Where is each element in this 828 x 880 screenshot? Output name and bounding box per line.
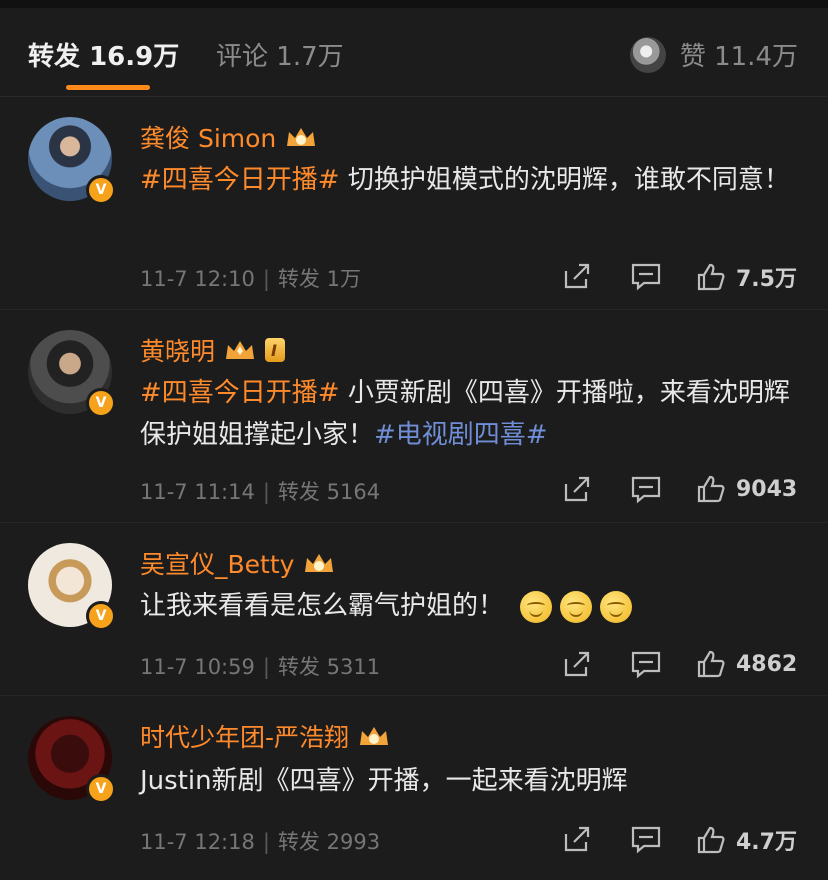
tab-reposts-count: 16.9万 [89, 42, 180, 72]
tab-reposts-label: 转发 [28, 42, 81, 72]
tab-likes-label: 赞 [679, 42, 706, 72]
share-icon[interactable] [562, 824, 592, 854]
hashtag-link[interactable]: #四喜今日开播# [140, 165, 340, 195]
user-name-text: 时代少年团-严浩翔 [140, 723, 350, 752]
like-count: 7.5万 [736, 267, 797, 292]
smile-emoji-icon [560, 590, 593, 623]
share-icon[interactable] [562, 474, 592, 504]
like-count: 9043 [736, 476, 798, 502]
hashtag-link[interactable]: #四喜今日开播# [140, 378, 340, 408]
post-body: 让我来看看是怎么霸气护姐的！ [140, 591, 505, 621]
post-text: 让我来看看是怎么霸气护姐的！ [140, 585, 810, 627]
thumbs-up-icon [697, 475, 725, 503]
post-actions: 9043 [0, 474, 828, 504]
repost-item: V 龚俊 Simon #四喜今日开播# 切换护姐模式的沈明辉，谁敢不同意！ 11… [0, 97, 828, 310]
crown-icon [360, 727, 389, 745]
post-actions: 4862 [0, 649, 828, 679]
status-strip [0, 0, 828, 8]
user-name[interactable]: 吴宣仪_Betty [140, 545, 336, 581]
like-button[interactable]: 4.7万 [696, 824, 797, 856]
tab-comments[interactable]: 评论 1.7万 [216, 36, 344, 73]
like-count: 4862 [736, 651, 798, 677]
tab-comments-label: 评论 [216, 42, 269, 72]
tab-likes[interactable]: 赞 11.4万 [629, 36, 798, 73]
crown-icon [226, 341, 255, 359]
comment-icon[interactable] [630, 474, 662, 504]
post-text: #四喜今日开播# 切换护姐模式的沈明辉，谁敢不同意！ [140, 159, 810, 201]
crown-icon [305, 554, 334, 572]
user-name-text: 龚俊 Simon [140, 124, 277, 153]
smile-emoji-icon [600, 590, 633, 623]
active-tab-indicator [66, 85, 150, 90]
tab-reposts[interactable]: 转发 16.9万 [28, 36, 179, 73]
user-name[interactable]: 时代少年团-严浩翔 [140, 718, 391, 754]
like-button[interactable]: 7.5万 [696, 261, 797, 293]
comment-icon[interactable] [630, 824, 662, 854]
thumbs-up-icon [697, 650, 725, 678]
like-count: 4.7万 [736, 830, 797, 855]
repost-item: V 吴宣仪_Betty 让我来看看是怎么霸气护姐的！ 11-7 10:59 | 转发… [0, 523, 828, 696]
tab-likes-count: 11.4万 [714, 42, 798, 72]
verified-badge-icon: V [86, 388, 116, 418]
post-actions: 4.7万 [0, 824, 828, 856]
like-button[interactable]: 4862 [696, 649, 797, 679]
user-name[interactable]: 龚俊 Simon [140, 119, 318, 155]
thumbs-up-icon [697, 263, 725, 291]
verified-badge-icon: V [86, 601, 116, 631]
tab-bar: 转发 16.9万 评论 1.7万 赞 11.4万 [0, 8, 828, 97]
verified-badge-icon: V [86, 774, 116, 804]
member-level-badge: I [265, 338, 285, 362]
repost-item: V 黄晓明 I #四喜今日开播# 小贾新剧《四喜》开播啦，来看沈明辉保护姐姐撑起… [0, 310, 828, 523]
tab-comments-count: 1.7万 [276, 42, 344, 72]
post-body: Justin新剧《四喜》开播，一起来看沈明辉 [140, 766, 628, 796]
user-name-text: 吴宣仪_Betty [140, 550, 295, 579]
liker-avatar [629, 36, 666, 73]
post-text: Justin新剧《四喜》开播，一起来看沈明辉 [140, 760, 810, 802]
smile-emoji-icon [520, 590, 553, 623]
user-name-text: 黄晓明 [140, 337, 216, 366]
verified-badge-icon: V [86, 175, 116, 205]
crown-icon [287, 128, 316, 146]
repost-item: V 时代少年团-严浩翔 Justin新剧《四喜》开播，一起来看沈明辉 11-7 … [0, 696, 828, 880]
comment-icon[interactable] [630, 649, 662, 679]
post-text: #四喜今日开播# 小贾新剧《四喜》开播啦，来看沈明辉保护姐姐撑起小家！#电视剧四… [140, 372, 810, 456]
user-name[interactable]: 黄晓明 I [140, 332, 285, 368]
thumbs-up-icon [697, 826, 725, 854]
like-button[interactable]: 9043 [696, 474, 797, 504]
post-body: 切换护姐模式的沈明辉，谁敢不同意！ [339, 165, 790, 195]
comment-icon[interactable] [630, 261, 662, 291]
post-actions: 7.5万 [0, 261, 828, 293]
share-icon[interactable] [562, 261, 592, 291]
topic-link[interactable]: #电视剧四喜# [374, 420, 548, 450]
share-icon[interactable] [562, 649, 592, 679]
